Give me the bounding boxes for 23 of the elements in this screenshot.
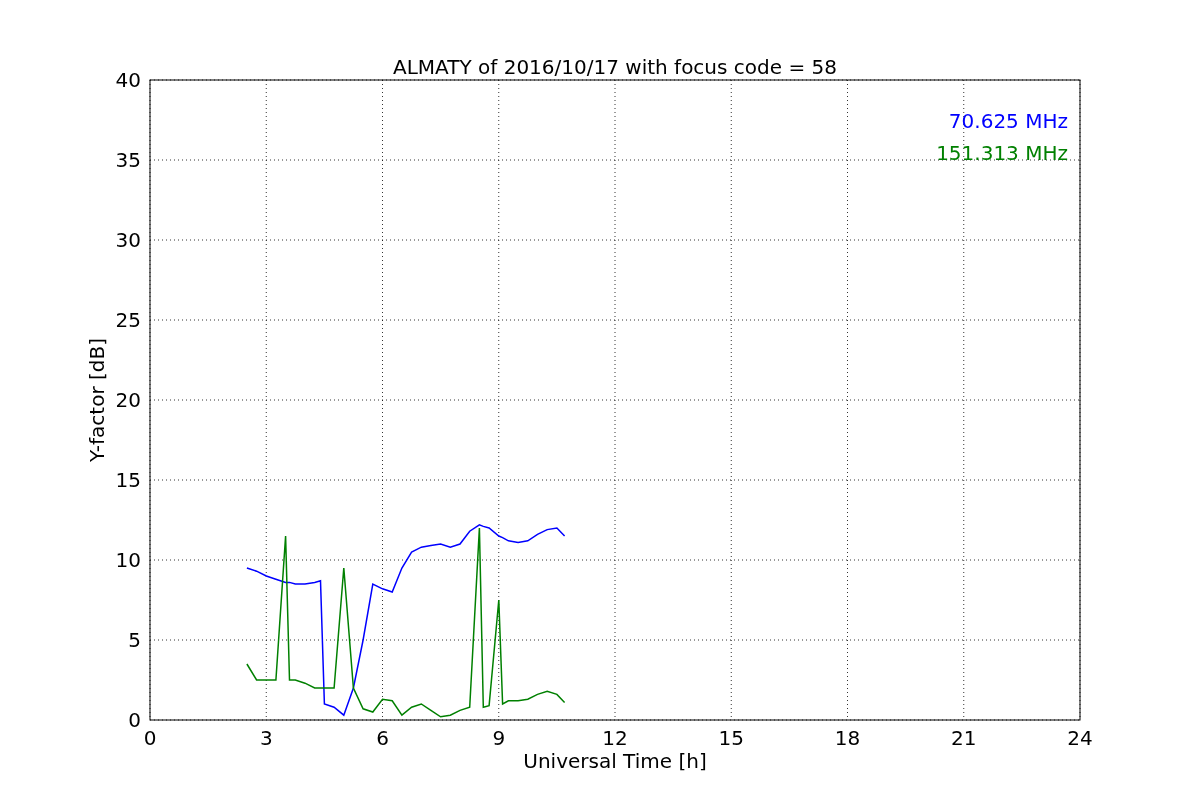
x-tick-label: 18 bbox=[834, 726, 861, 750]
x-tick-label: 24 bbox=[1067, 726, 1093, 750]
y-tick-label: 15 bbox=[115, 468, 141, 492]
legend-label: 70.625 MHz bbox=[948, 109, 1068, 133]
x-tick-label: 6 bbox=[376, 726, 389, 750]
legend-label: 151.313 MHz bbox=[936, 141, 1068, 165]
x-tick-label: 9 bbox=[492, 726, 506, 750]
y-tick-label: 0 bbox=[128, 708, 141, 732]
y-tick-label: 10 bbox=[115, 548, 141, 572]
x-tick-label: 0 bbox=[143, 726, 157, 750]
chart-title: ALMATY of 2016/10/17 with focus code = 58 bbox=[393, 55, 837, 79]
x-tick-label: 12 bbox=[602, 726, 628, 750]
y-tick-label: 20 bbox=[115, 388, 141, 412]
x-tick-label: 21 bbox=[951, 726, 977, 750]
y-tick-label: 40 bbox=[115, 68, 141, 92]
y-tick-label: 25 bbox=[115, 308, 141, 332]
y-tick-label: 35 bbox=[115, 148, 141, 172]
x-tick-label: 15 bbox=[718, 726, 744, 750]
y-axis-label: Y-factor [dB] bbox=[85, 338, 109, 462]
x-axis-label: Universal Time [h] bbox=[523, 749, 707, 773]
y-tick-label: 30 bbox=[115, 228, 141, 252]
x-tick-label: 3 bbox=[259, 726, 273, 750]
y-tick-label: 5 bbox=[128, 628, 141, 652]
